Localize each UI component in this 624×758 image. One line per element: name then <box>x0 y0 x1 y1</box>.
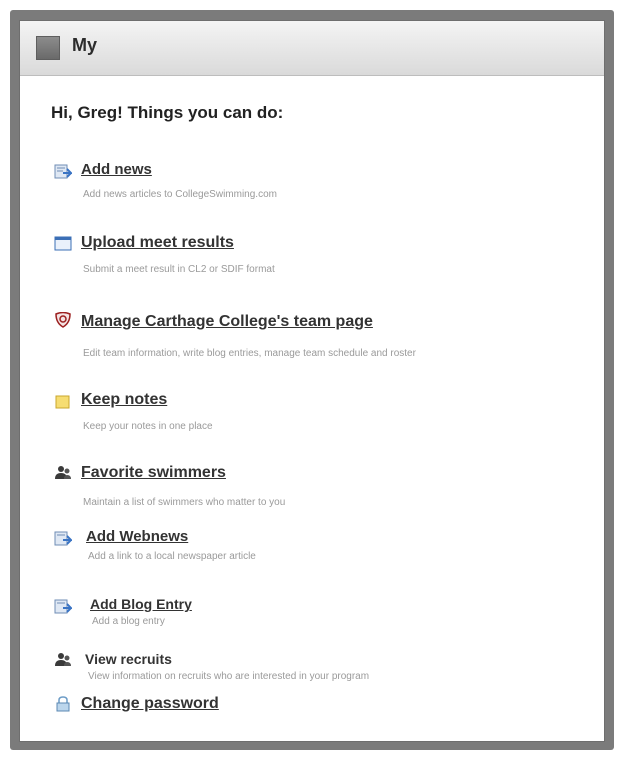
add-news-description: Add news articles to CollegeSwimming.com <box>83 189 277 200</box>
notes-icon <box>54 394 72 410</box>
upload-meet-results-link[interactable]: Upload meet results <box>81 234 234 252</box>
add-blog-entry-link[interactable]: Add Blog Entry <box>90 596 192 612</box>
add-webnews-icon <box>54 531 72 547</box>
calendar-window-icon <box>54 236 72 252</box>
change-password-link[interactable]: Change password <box>81 695 219 713</box>
upload-meet-results-description: Submit a meet result in CL2 or SDIF form… <box>83 264 275 275</box>
recruits-icon <box>54 652 72 668</box>
favorite-swimmers-description: Maintain a list of swimmers who matter t… <box>83 497 286 508</box>
manage-team-page-link[interactable]: Manage Carthage College's team page <box>81 313 373 331</box>
widget-frame: My Hi, Greg! Things you can do: Add news… <box>10 10 614 750</box>
add-blog-icon <box>54 599 72 615</box>
panel-header: My <box>20 21 604 76</box>
add-webnews-description: Add a link to a local newspaper article <box>88 551 256 562</box>
team-shield-icon <box>54 312 72 328</box>
lock-icon <box>54 696 72 712</box>
add-webnews-link[interactable]: Add Webnews <box>86 528 188 545</box>
view-recruits-description: View information on recruits who are int… <box>88 671 370 682</box>
add-blog-entry-description: Add a blog entry <box>92 616 165 627</box>
manage-team-page-description: Edit team information, write blog entrie… <box>83 348 416 359</box>
keep-notes-description: Keep your notes in one place <box>83 421 213 432</box>
add-news-icon <box>54 164 72 180</box>
panel-title: My <box>72 35 98 55</box>
greeting-text: Hi, Greg! Things you can do: <box>51 103 284 122</box>
users-icon <box>54 465 72 481</box>
keep-notes-link[interactable]: Keep notes <box>81 391 167 409</box>
panel-icon <box>36 36 60 60</box>
view-recruits-link[interactable]: View recruits <box>85 651 172 667</box>
add-news-link[interactable]: Add news <box>81 161 152 178</box>
favorite-swimmers-link[interactable]: Favorite swimmers <box>81 464 226 482</box>
my-panel: My Hi, Greg! Things you can do: Add news… <box>19 20 605 742</box>
